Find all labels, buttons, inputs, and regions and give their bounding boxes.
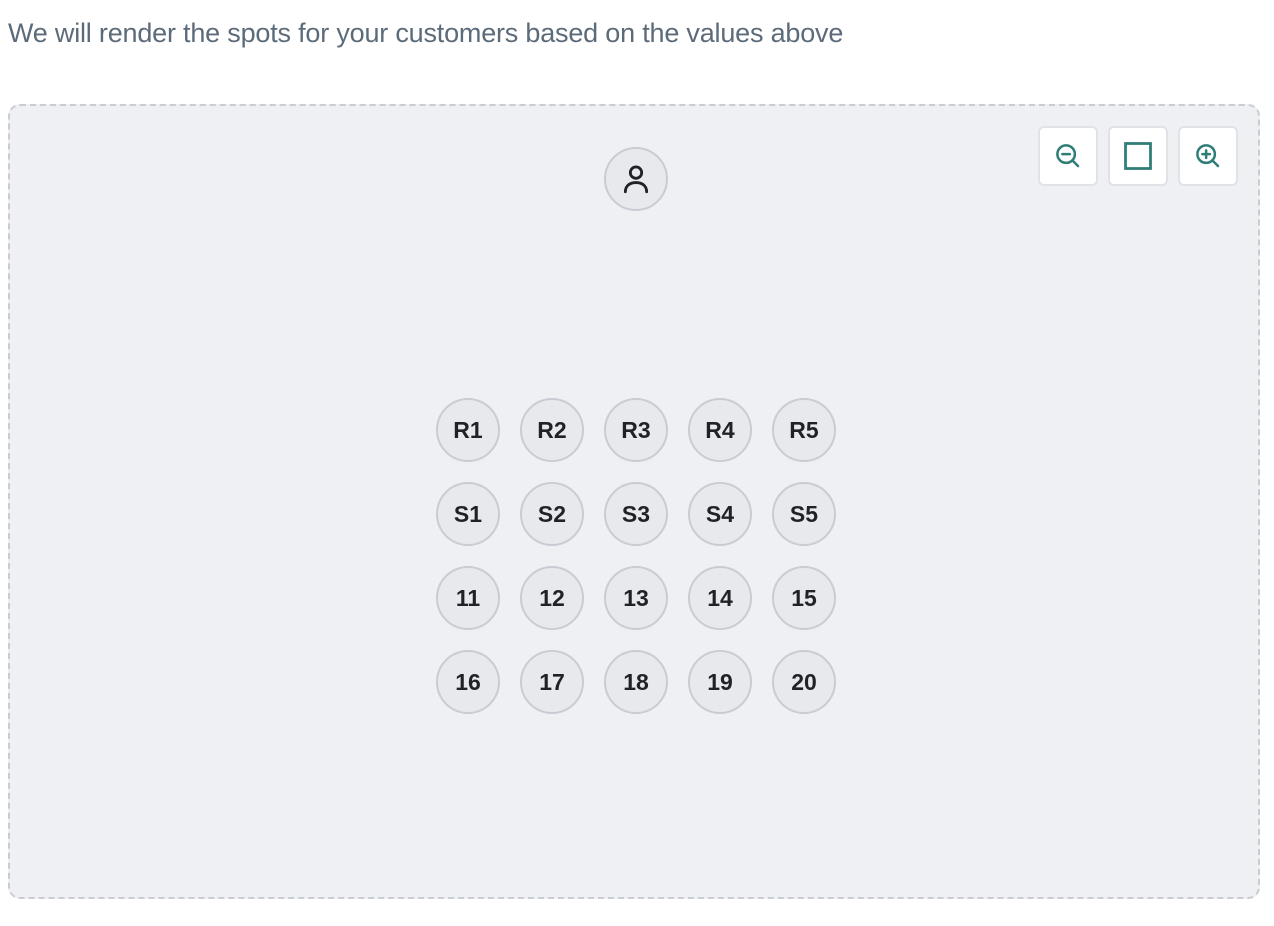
spot[interactable]: S2 — [520, 482, 584, 546]
spot[interactable]: S1 — [436, 482, 500, 546]
spot-grid: R1 R2 R3 R4 R5 S1 S2 S3 S4 S5 11 12 13 1… — [436, 398, 836, 714]
spot[interactable]: S4 — [688, 482, 752, 546]
spot[interactable]: 14 — [688, 566, 752, 630]
zoom-out-icon — [1056, 144, 1080, 168]
spot[interactable]: 11 — [436, 566, 500, 630]
spot[interactable]: 18 — [604, 650, 668, 714]
zoom-in-button[interactable] — [1178, 126, 1238, 186]
spot[interactable]: R4 — [688, 398, 752, 462]
spot[interactable]: 20 — [772, 650, 836, 714]
square-icon — [1124, 142, 1152, 170]
spot[interactable]: R5 — [772, 398, 836, 462]
spot[interactable]: 15 — [772, 566, 836, 630]
spot[interactable]: 16 — [436, 650, 500, 714]
spot[interactable]: 13 — [604, 566, 668, 630]
zoom-out-button[interactable] — [1038, 126, 1098, 186]
spot[interactable]: 12 — [520, 566, 584, 630]
spot[interactable]: R3 — [604, 398, 668, 462]
spot[interactable]: 19 — [688, 650, 752, 714]
spot-layout-canvas[interactable]: R1 R2 R3 R4 R5 S1 S2 S3 S4 S5 11 12 13 1… — [8, 104, 1260, 899]
spot[interactable]: R2 — [520, 398, 584, 462]
zoom-in-icon — [1196, 144, 1220, 168]
spot[interactable]: R1 — [436, 398, 500, 462]
instructor-spot — [604, 147, 668, 211]
spot[interactable]: S3 — [604, 482, 668, 546]
spots-description: We will render the spots for your custom… — [8, 18, 844, 48]
spot[interactable]: S5 — [772, 482, 836, 546]
spot[interactable]: 17 — [520, 650, 584, 714]
person-icon — [623, 165, 649, 194]
fit-view-button[interactable] — [1108, 126, 1168, 186]
zoom-controls — [1038, 126, 1238, 186]
